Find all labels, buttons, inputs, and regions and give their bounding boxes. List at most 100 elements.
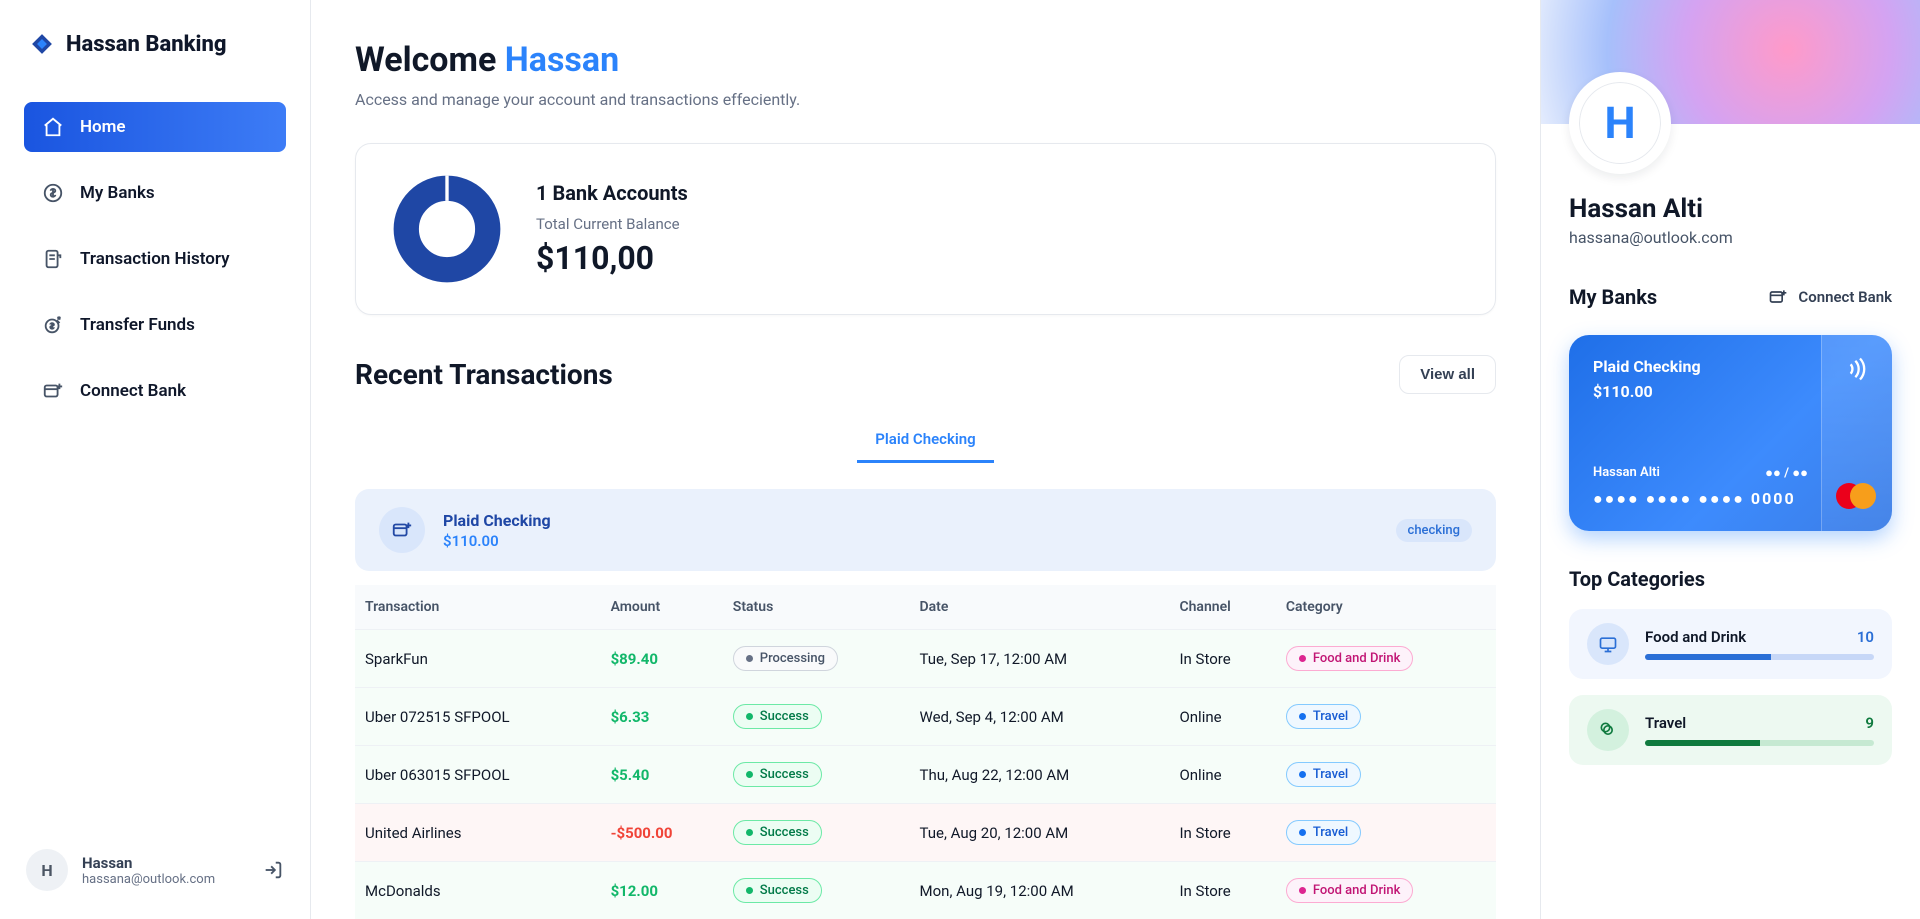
table-row[interactable]: SparkFun $89.40 Processing Tue, Sep 17, … [355, 630, 1496, 688]
table-row[interactable]: McDonalds $12.00 Success Mon, Aug 19, 12… [355, 862, 1496, 919]
tx-category: Food and Drink [1276, 630, 1496, 688]
tx-category: Travel [1276, 746, 1496, 804]
recent-transactions-title: Recent Transactions [355, 358, 613, 391]
coins-icon [1587, 709, 1629, 751]
tx-status: Success [723, 688, 910, 746]
card-plus-icon [1768, 287, 1788, 307]
tx-category: Travel [1276, 804, 1496, 862]
sidebar: Hassan Banking Home My Banks Transaction… [0, 0, 311, 919]
account-balance: $110.00 [443, 532, 551, 550]
right-panel: H Hassan Alti hassana@outlook.com My Ban… [1540, 0, 1920, 919]
nav-my-banks[interactable]: My Banks [24, 168, 286, 218]
category-label: Food and Drink [1645, 628, 1746, 646]
col-category: Category [1276, 585, 1496, 630]
tx-name: Uber 063015 SFPOOL [355, 746, 601, 804]
card-balance: $110.00 [1593, 382, 1701, 401]
tx-status: Success [723, 804, 910, 862]
balance-label: Total Current Balance [536, 215, 688, 233]
bank-card[interactable]: Plaid Checking $110.00 Hassan Alti ●● / … [1569, 335, 1892, 531]
tx-channel: In Store [1169, 804, 1275, 862]
col-status: Status [723, 585, 910, 630]
tx-name: McDonalds [355, 862, 601, 919]
transfer-icon [42, 314, 64, 336]
profile-avatar: H [1569, 72, 1671, 174]
nav-transfer-funds[interactable]: Transfer Funds [24, 300, 286, 350]
tx-name: SparkFun [355, 630, 601, 688]
sidebar-user-email: hassana@outlook.com [82, 872, 248, 887]
nav-label: Transfer Funds [80, 315, 195, 335]
connect-bank-button[interactable]: Connect Bank [1768, 287, 1892, 307]
nav: Home My Banks Transaction History Transf… [24, 102, 286, 416]
balance-value: $110,00 [536, 239, 688, 277]
monitor-icon [1587, 623, 1629, 665]
col-channel: Channel [1169, 585, 1275, 630]
accounts-count: 1 Bank Accounts [536, 181, 688, 205]
col-date: Date [910, 585, 1170, 630]
welcome-heading: Welcome Hassan [355, 40, 1496, 80]
tx-category: Food and Drink [1276, 862, 1496, 919]
tx-amount: $89.40 [601, 630, 723, 688]
tx-name: Uber 072515 SFPOOL [355, 688, 601, 746]
account-panel: Plaid Checking $110.00 checking [355, 489, 1496, 571]
category-count: 9 [1865, 714, 1874, 732]
brand-name: Hassan Banking [66, 32, 226, 57]
receipt-icon [42, 248, 64, 270]
category-card[interactable]: Food and Drink 10 [1569, 609, 1892, 679]
sidebar-user-name: Hassan [82, 854, 248, 872]
dollar-circle-icon [42, 182, 64, 204]
tx-date: Tue, Sep 17, 12:00 AM [910, 630, 1170, 688]
nav-home[interactable]: Home [24, 102, 286, 152]
tx-amount: $12.00 [601, 862, 723, 919]
nav-connect-bank[interactable]: Connect Bank [24, 366, 286, 416]
card-plus-icon [42, 380, 64, 402]
card-number: ●●●● ●●●● ●●●● 0000 [1593, 489, 1868, 509]
balance-card: 1 Bank Accounts Total Current Balance $1… [355, 143, 1496, 315]
table-row[interactable]: Uber 072515 SFPOOL $6.33 Success Wed, Se… [355, 688, 1496, 746]
my-banks-title: My Banks [1569, 285, 1657, 309]
nav-transaction-history[interactable]: Transaction History [24, 234, 286, 284]
tx-channel: In Store [1169, 862, 1275, 919]
tx-amount: $5.40 [601, 746, 723, 804]
profile-email: hassana@outlook.com [1569, 228, 1892, 247]
card-name: Plaid Checking [1593, 357, 1701, 376]
tab-plaid-checking[interactable]: Plaid Checking [857, 418, 993, 463]
main: Welcome Hassan Access and manage your ac… [311, 0, 1540, 919]
tx-status: Processing [723, 630, 910, 688]
category-label: Travel [1645, 714, 1686, 732]
tx-status: Success [723, 746, 910, 804]
account-name: Plaid Checking [443, 511, 551, 530]
table-row[interactable]: United Airlines -$500.00 Success Tue, Au… [355, 804, 1496, 862]
welcome-subtitle: Access and manage your account and trans… [355, 90, 1496, 109]
category-progress [1645, 740, 1874, 746]
tx-amount: $6.33 [601, 688, 723, 746]
top-categories-title: Top Categories [1569, 567, 1892, 591]
tx-date: Mon, Aug 19, 12:00 AM [910, 862, 1170, 919]
profile-name: Hassan Alti [1569, 194, 1892, 224]
card-holder: Hassan Alti [1593, 465, 1660, 481]
tx-amount: -$500.00 [601, 804, 723, 862]
tx-name: United Airlines [355, 804, 601, 862]
nav-label: Home [80, 117, 126, 137]
tx-status: Success [723, 862, 910, 919]
logout-icon[interactable] [262, 859, 284, 881]
user-avatar: H [26, 849, 68, 891]
tx-channel: Online [1169, 746, 1275, 804]
category-card[interactable]: Travel 9 [1569, 695, 1892, 765]
tx-date: Tue, Aug 20, 12:00 AM [910, 804, 1170, 862]
nav-label: My Banks [80, 183, 155, 203]
card-expiry: ●● / ●● [1765, 465, 1808, 481]
sidebar-footer: H Hassan hassana@outlook.com [24, 843, 286, 897]
col-transaction: Transaction [355, 585, 601, 630]
view-all-button[interactable]: View all [1399, 355, 1496, 394]
table-row[interactable]: Uber 063015 SFPOOL $5.40 Success Thu, Au… [355, 746, 1496, 804]
col-amount: Amount [601, 585, 723, 630]
home-icon [42, 116, 64, 138]
brand[interactable]: Hassan Banking [24, 22, 286, 66]
account-type-badge: checking [1396, 519, 1472, 542]
nav-label: Connect Bank [80, 381, 186, 401]
category-count: 10 [1857, 628, 1874, 646]
tx-date: Thu, Aug 22, 12:00 AM [910, 746, 1170, 804]
account-card-icon [379, 507, 425, 553]
nfc-icon [1846, 355, 1874, 383]
mastercard-icon [1836, 483, 1876, 513]
